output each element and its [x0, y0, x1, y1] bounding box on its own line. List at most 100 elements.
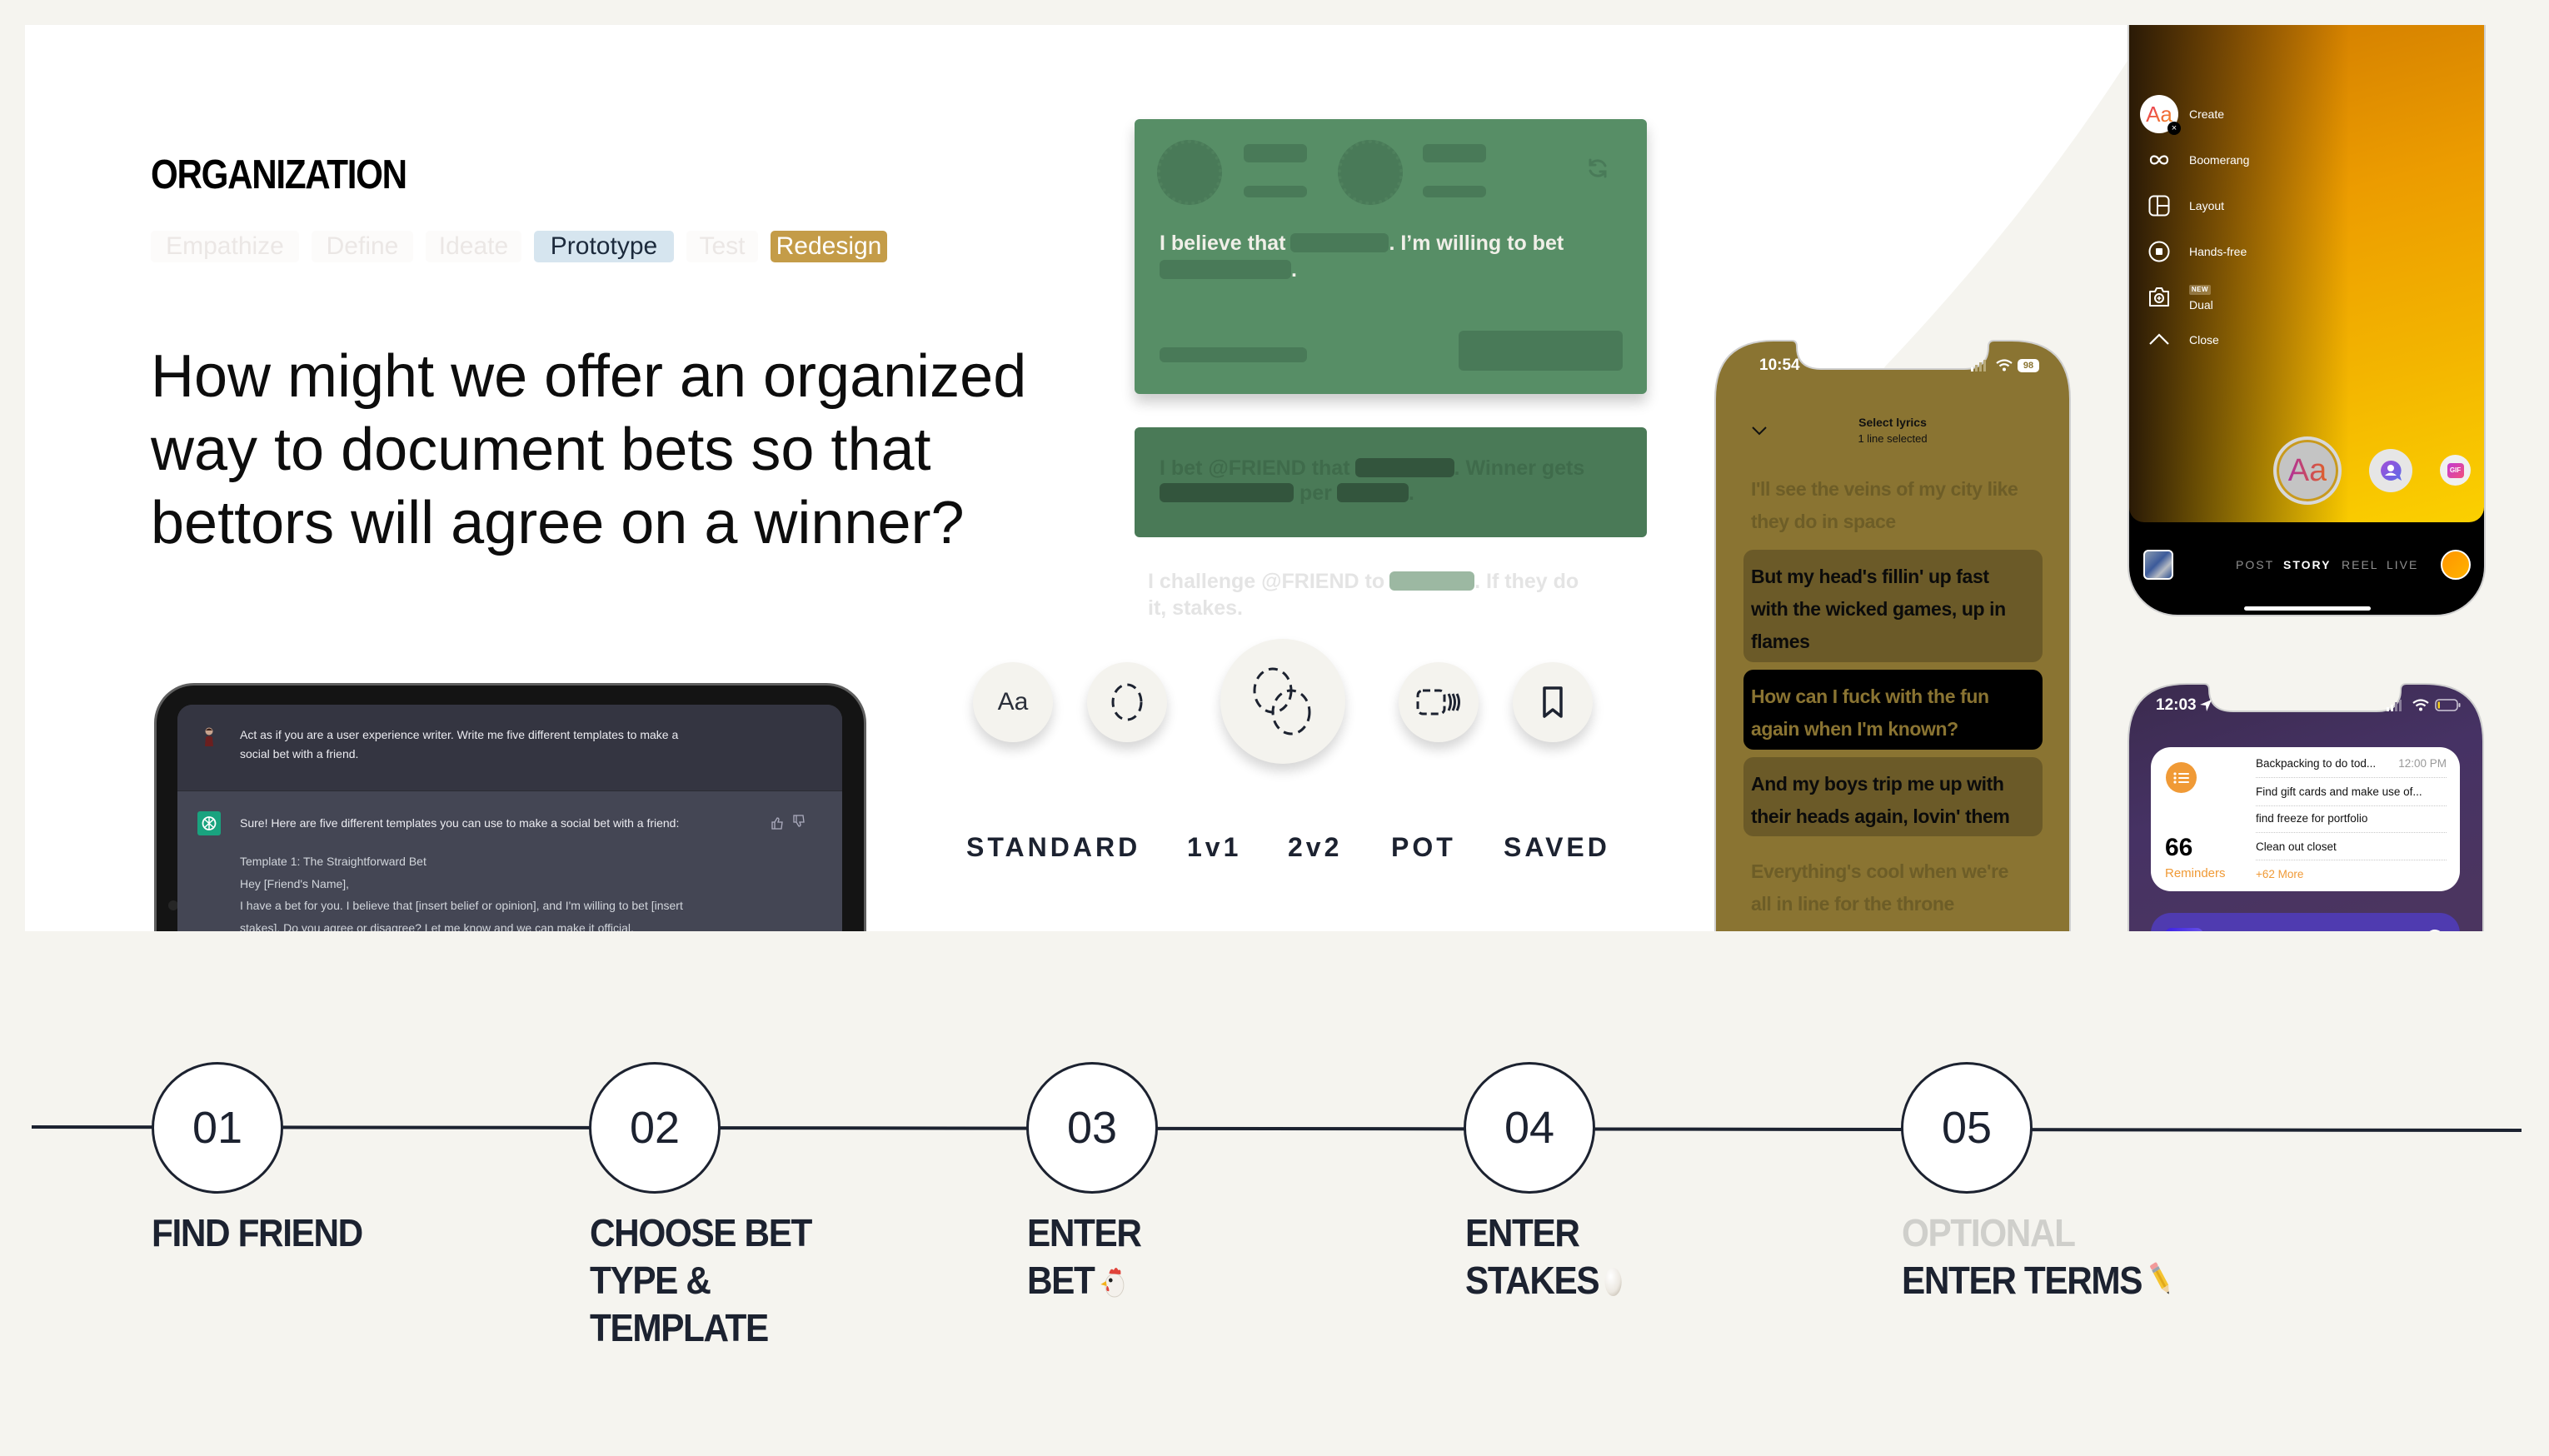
reminder-item[interactable]: find freeze for portfolio [2256, 811, 2447, 826]
egg-emoji [1604, 1268, 1622, 1296]
bet-type-label[interactable]: 1v1 [1187, 830, 1241, 864]
submit-button-placeholder[interactable] [1459, 331, 1623, 371]
battery-indicator: 98 [2018, 359, 2039, 372]
thumbs-down-icon[interactable] [792, 815, 806, 828]
dashed-circle-icon [1111, 683, 1143, 721]
standard-template-sentence: I believe that . I’m willing to bet. [1160, 230, 1564, 283]
challenge-template-sentence[interactable]: I challenge @FRIEND to . If they do it, st… [1148, 568, 1579, 621]
handle-placeholder [1423, 186, 1486, 197]
tag-redesign[interactable]: Redesign [771, 231, 887, 262]
avatar-sticker-button[interactable] [2369, 449, 2412, 492]
more-reminders-link[interactable]: +62 More [2256, 867, 2447, 882]
lyric-text: And my boys trip me up with [1751, 773, 2004, 795]
mode-story[interactable]: STORY [2283, 557, 2331, 572]
menu-close[interactable]: Close [2189, 332, 2219, 347]
bet-blank-field[interactable] [1354, 458, 1454, 477]
reminders-widget[interactable]: 66 Reminders Backpacking to do tod... 12… [2151, 747, 2460, 891]
hmw-line: bettors will agree on a winner? [151, 490, 965, 556]
signal-icon [2387, 700, 2402, 711]
prize-blank-field[interactable] [1160, 483, 1294, 502]
thumbs-up-icon[interactable] [771, 816, 784, 830]
template-text: . If they do [1474, 570, 1579, 593]
step-label-line: ENTER TERMS [1902, 1259, 2143, 1302]
gif-button[interactable]: GIF [2440, 455, 2471, 486]
bet-type-label[interactable]: STANDARD [966, 830, 1140, 864]
signal-icon [1971, 360, 1986, 371]
pencil-emoji [2150, 1262, 2169, 1294]
step-number-03: 03 [1026, 1062, 1158, 1194]
openai-logo-icon [197, 811, 221, 835]
lyric-line[interactable]: I'll see the veins of my city like they … [1743, 473, 2043, 538]
user-avatar-icon [205, 727, 213, 746]
name-placeholder [1423, 144, 1486, 162]
step-label-find-friend: FIND FRIEND [152, 1209, 363, 1257]
menu-dual[interactable]: Dual [2189, 297, 2213, 312]
two-dashed-circles-icon [1253, 667, 1311, 735]
bet-type-2v2-button[interactable] [1220, 639, 1345, 764]
bet-type-pot-button[interactable] [1399, 662, 1479, 742]
location-arrow-icon [2200, 700, 2212, 711]
template-text: . Winner gets [1454, 456, 1585, 480]
coin-stack-icon [1416, 689, 1460, 716]
menu-create[interactable]: Create [2189, 107, 2224, 122]
template-text: . I’m willing to bet [1389, 232, 1564, 255]
color-picker-button[interactable] [2441, 550, 2471, 580]
secondary-widget[interactable] [2151, 913, 2460, 931]
footer-placeholder [1160, 347, 1307, 362]
mode-live[interactable]: LIVE [2387, 557, 2418, 572]
lyric-text: How can I fuck with the fun [1751, 686, 1989, 707]
bet-type-label[interactable]: 2v2 [1288, 830, 1342, 864]
lyric-line[interactable]: How can I fuck with the fun again when I… [1743, 670, 2043, 750]
pot-bet-template-card[interactable]: I bet @FRIEND that . Winner gets per. [1135, 427, 1647, 537]
refresh-icon[interactable] [1585, 156, 1610, 181]
reminders-phone-mockup: 12:03 66 Reminders Backpacking to do tod… [2127, 683, 2484, 931]
tag-empathize[interactable]: Empathize [151, 231, 299, 262]
gallery-thumbnail[interactable] [2143, 550, 2173, 580]
belief-blank-field[interactable] [1290, 233, 1389, 252]
status-time: 12:03 [2156, 696, 2197, 714]
step-number-02: 02 [589, 1062, 721, 1194]
step-label-line: STAKES [1465, 1259, 1600, 1302]
lyric-text: I'll see the veins of my city like [1751, 478, 2018, 500]
step-number-04: 04 [1464, 1062, 1595, 1194]
tag-ideate[interactable]: Ideate [426, 231, 521, 262]
bet-type-label[interactable]: POT [1391, 830, 1456, 864]
text-tool-icon: Aa [2287, 452, 2327, 488]
lyric-line[interactable]: But my head's fillin' up fast with the w… [1743, 550, 2043, 662]
template-text: I bet @FRIEND that [1160, 456, 1350, 480]
stakes-blank-field[interactable] [1160, 260, 1291, 279]
lyrics-phone-mockup: 10:54 98 Select lyrics 1 line selected I… [1714, 340, 2071, 931]
mode-reel[interactable]: REEL [2342, 557, 2379, 572]
bet-type-saved-button[interactable] [1513, 662, 1593, 742]
reminder-item[interactable]: Find gift cards and make use of... [2256, 785, 2447, 800]
reminder-item[interactable]: Backpacking to do tod... 12:00 PM [2256, 756, 2447, 771]
gif-icon: GIF [2447, 462, 2464, 478]
divider [2256, 805, 2447, 806]
reminder-item[interactable]: Clean out closet [2256, 840, 2447, 855]
hands-free-record-icon [2148, 241, 2170, 262]
close-badge-icon[interactable]: × [2167, 122, 2181, 135]
challenge-blank-field[interactable] [1389, 571, 1475, 591]
lyric-line[interactable]: And my boys trip me up with their heads … [1743, 757, 2043, 836]
mode-post[interactable]: POST [2236, 557, 2274, 572]
user-message: Act as if you are a user experience writ… [177, 705, 842, 791]
unit-blank-field[interactable] [1336, 483, 1409, 502]
tag-prototype[interactable]: Prototype [534, 231, 674, 262]
text-tool-button[interactable]: Aa [2273, 436, 2342, 505]
step-label-line: TYPE & [590, 1259, 711, 1302]
tag-test[interactable]: Test [686, 231, 758, 262]
battery-low-icon [2435, 699, 2461, 711]
bet-type-standard-button[interactable]: Aa [973, 662, 1053, 742]
tag-define[interactable]: Define [312, 231, 413, 262]
bet-type-1v1-button[interactable] [1087, 662, 1167, 742]
menu-hands-free[interactable]: Hands-free [2189, 244, 2247, 259]
lyric-line[interactable]: Everything's cool when we're all in line… [1743, 855, 2043, 920]
template-text: . [1408, 481, 1414, 505]
chevron-up-icon [2149, 333, 2169, 345]
menu-layout[interactable]: Layout [2189, 198, 2224, 213]
bet-type-label[interactable]: SAVED [1504, 830, 1610, 864]
bookmark-icon [1543, 686, 1563, 718]
standard-bet-template-card[interactable]: I believe that . I’m willing to bet. [1135, 119, 1647, 394]
laptop-mockup: Act as if you are a user experience writ… [154, 683, 866, 931]
menu-boomerang[interactable]: Boomerang [2189, 152, 2249, 167]
